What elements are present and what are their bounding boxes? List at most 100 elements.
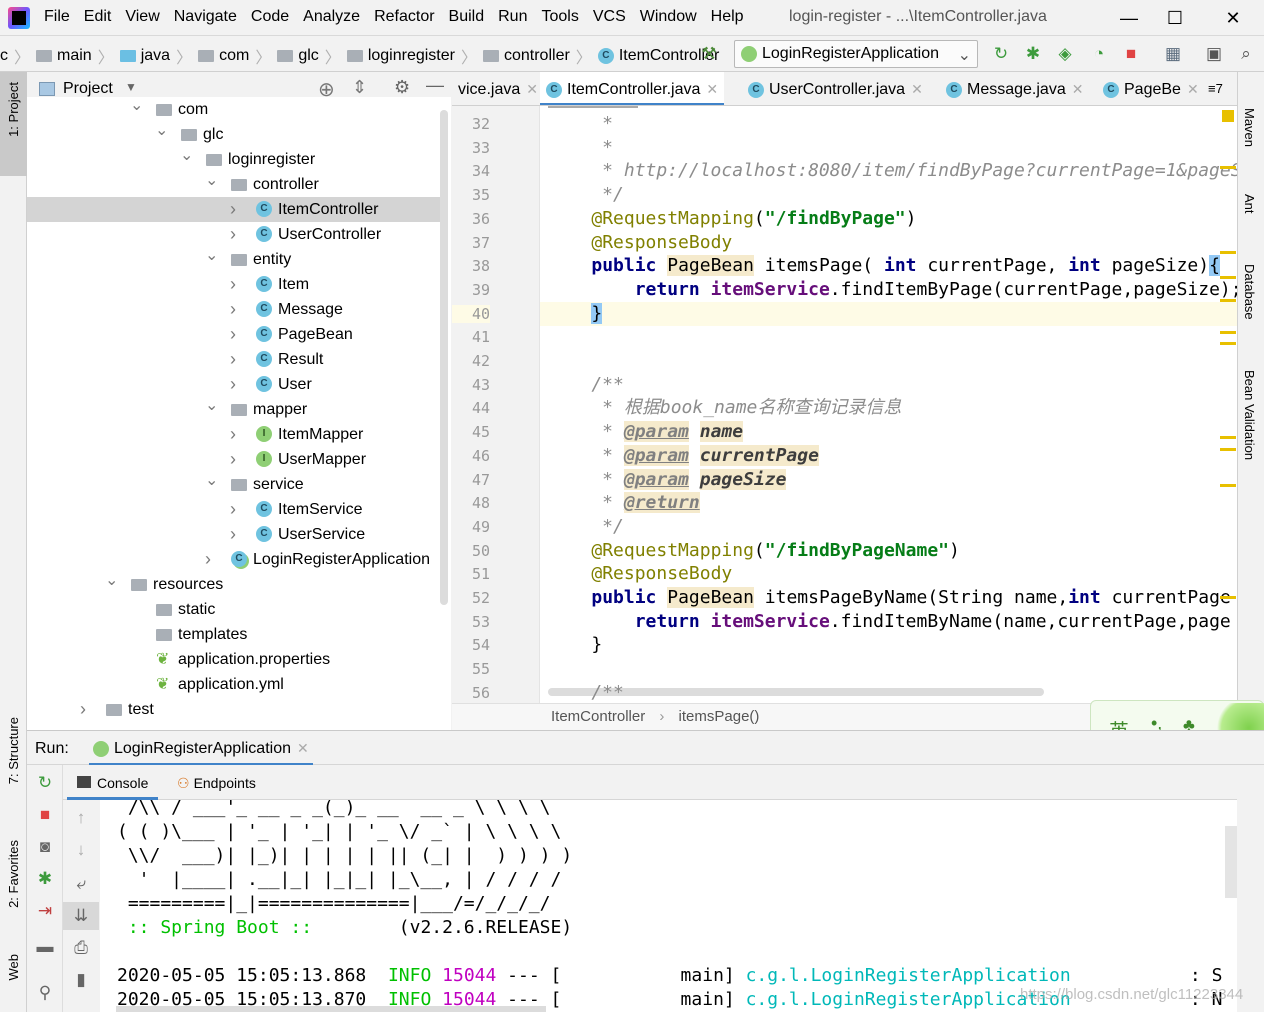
tree-item-templates[interactable]: templates — [27, 622, 447, 647]
tree-item-application-properties[interactable]: ❦ application.properties — [27, 647, 447, 672]
project-structure-icon[interactable]: ▦ — [1162, 43, 1184, 65]
error-stripe-mark[interactable] — [1220, 342, 1236, 345]
tree-item-controller[interactable]: ⌄ controller — [27, 172, 447, 197]
chevron-down-icon[interactable]: ⌄ — [205, 393, 218, 418]
chevron-down-icon[interactable]: ▼ — [125, 80, 137, 94]
trash-icon[interactable]: ▮ — [63, 970, 99, 990]
chevron-right-icon[interactable]: › — [205, 547, 211, 572]
scroll-to-end-icon[interactable]: ⇊ — [63, 902, 99, 930]
menu-build[interactable]: Build — [449, 8, 485, 25]
tab-overflow-button[interactable]: ≡7 — [1202, 72, 1229, 105]
collapse-all-icon[interactable]: ⇕ — [352, 77, 367, 98]
chevron-down-icon[interactable]: ⌄ — [205, 468, 218, 493]
tree-item-user[interactable]: › C User — [27, 372, 447, 397]
chevron-right-icon[interactable]: › — [230, 297, 236, 322]
chevron-right-icon[interactable]: › — [230, 522, 236, 547]
chevron-down-icon[interactable]: ⌄ — [180, 143, 193, 168]
breadcrumb-class[interactable]: ItemController — [551, 708, 645, 725]
down-arrow-icon[interactable]: ↓ — [63, 840, 99, 860]
chevron-down-icon[interactable]: ⌄ — [105, 568, 118, 593]
tab-vice-java[interactable]: vice.java ✕ — [452, 72, 544, 105]
tree-item-resources[interactable]: ⌄ resources — [27, 572, 447, 597]
tree-item-itemcontroller[interactable]: › C ItemController — [27, 197, 447, 222]
chevron-down-icon[interactable]: ⌄ — [205, 243, 218, 268]
structure-tool-button[interactable]: 7: Structure — [6, 717, 21, 784]
console-output[interactable]: /\\ / ___'_ __ _ _(_)_ __ __ _ \ \ \ \ ( … — [100, 800, 1237, 1012]
menu-navigate[interactable]: Navigate — [174, 8, 237, 25]
favorites-tool-button[interactable]: 2: Favorites — [6, 840, 21, 908]
breadcrumb-controller[interactable]: controller — [504, 47, 570, 65]
web-tool-button[interactable]: Web — [6, 954, 21, 981]
breadcrumb-method[interactable]: itemsPage() — [679, 708, 760, 725]
tree-item-service[interactable]: ⌄ service — [27, 472, 447, 497]
tab-endpoints[interactable]: ⚇ Endpoints — [171, 765, 262, 800]
tree-item-message[interactable]: › C Message — [27, 297, 447, 322]
menu-help[interactable]: Help — [711, 8, 744, 25]
breadcrumb-com[interactable]: com — [219, 47, 249, 65]
breadcrumb-loginregister[interactable]: loginregister — [368, 47, 455, 65]
console-scrollbar[interactable] — [1225, 826, 1237, 898]
chevron-down-icon[interactable]: ⌄ — [155, 118, 168, 143]
close-icon[interactable]: ✕ — [706, 81, 718, 97]
close-window-button[interactable]: ✕ — [1210, 4, 1256, 32]
tree-item-application-yml[interactable]: ❦ application.yml — [27, 672, 447, 697]
chevron-right-icon[interactable]: › — [230, 197, 236, 222]
error-stripe-mark[interactable] — [1220, 251, 1236, 254]
error-stripe-mark[interactable] — [1220, 331, 1236, 334]
project-view-selector[interactable]: Project — [63, 80, 113, 98]
close-icon[interactable]: ✕ — [297, 740, 309, 756]
chevron-right-icon[interactable]: › — [230, 497, 236, 522]
soft-wrap-icon[interactable]: ⤶ — [63, 874, 99, 894]
maven-tool-button[interactable]: Maven — [1242, 108, 1257, 147]
tab-itemcontroller-java[interactable]: C ItemController.java ✕ — [540, 72, 725, 105]
chevron-down-icon[interactable]: ⌄ — [205, 168, 218, 193]
maximize-button[interactable]: ☐ — [1152, 4, 1198, 32]
tree-item-test[interactable]: › test — [27, 697, 447, 722]
stop-icon[interactable]: ■ — [27, 805, 63, 825]
gear-icon[interactable]: ⚙ — [394, 77, 410, 98]
breadcrumb-glc[interactable]: glc — [298, 47, 318, 65]
tool-window-project-button[interactable]: 1: Project — [0, 72, 27, 176]
chevron-right-icon[interactable]: › — [230, 372, 236, 397]
print-icon[interactable]: ⎙ — [63, 938, 99, 958]
bean-validation-tool-button[interactable]: Bean Validation — [1242, 370, 1257, 460]
up-arrow-icon[interactable]: ↑ — [63, 808, 99, 828]
layout-icon[interactable]: ▬ — [27, 937, 63, 957]
error-stripe-mark[interactable] — [1220, 436, 1236, 439]
debug-icon[interactable]: ✱ — [1022, 43, 1044, 65]
menu-view[interactable]: View — [125, 8, 159, 25]
tree-item-result[interactable]: › C Result — [27, 347, 447, 372]
tree-item-userservice[interactable]: › C UserService — [27, 522, 447, 547]
database-tool-button[interactable]: Database — [1242, 264, 1257, 320]
run-configuration-select[interactable]: LoginRegisterApplication ⌄ — [734, 40, 978, 68]
close-icon[interactable]: ✕ — [1187, 81, 1199, 97]
chevron-right-icon[interactable]: › — [230, 347, 236, 372]
menu-code[interactable]: Code — [251, 8, 289, 25]
breadcrumb-main[interactable]: main — [57, 47, 92, 65]
tree-item-loginregisterapplication[interactable]: › C LoginRegisterApplication — [27, 547, 447, 572]
menu-analyze[interactable]: Analyze — [303, 8, 360, 25]
error-stripe-mark[interactable] — [1220, 596, 1236, 599]
tree-item-item[interactable]: › C Item — [27, 272, 447, 297]
search-icon[interactable]: ⌕ — [1235, 43, 1257, 65]
error-stripe-mark[interactable] — [1220, 448, 1236, 451]
chevron-down-icon[interactable]: ⌄ — [130, 97, 143, 118]
tab-console[interactable]: Console — [67, 765, 159, 800]
tree-item-com[interactable]: ⌄ com — [27, 97, 447, 122]
chevron-right-icon[interactable]: › — [80, 697, 86, 722]
tree-item-itemservice[interactable]: › C ItemService — [27, 497, 447, 522]
menu-edit[interactable]: Edit — [84, 8, 112, 25]
menu-tools[interactable]: Tools — [541, 8, 578, 25]
menu-vcs[interactable]: VCS — [593, 8, 626, 25]
tree-item-mapper[interactable]: ⌄ mapper — [27, 397, 447, 422]
tree-item-static[interactable]: static — [27, 597, 447, 622]
rerun-icon[interactable]: ↻ — [27, 773, 63, 793]
close-icon[interactable]: ✕ — [911, 81, 923, 97]
coverage-icon[interactable]: ◈ — [1054, 43, 1076, 65]
tree-item-itemmapper[interactable]: › I ItemMapper — [27, 422, 447, 447]
menu-refactor[interactable]: Refactor — [374, 8, 434, 25]
hide-icon[interactable]: — — [426, 75, 444, 96]
menu-window[interactable]: Window — [640, 8, 697, 25]
rerun-icon[interactable]: ↻ — [990, 43, 1012, 65]
project-scrollbar[interactable] — [440, 110, 448, 605]
